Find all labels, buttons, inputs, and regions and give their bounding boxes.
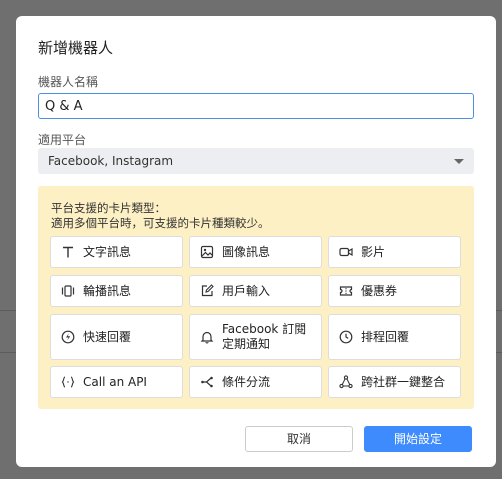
video-icon xyxy=(339,245,353,259)
supported-cards-panel: 平台支援的卡片類型： 適用多個平台時，可支援的卡片種類較少。 文字訊息 圖像訊息… xyxy=(38,186,474,409)
bot-name-input[interactable] xyxy=(38,93,474,119)
card-label: 圖像訊息 xyxy=(222,244,271,259)
card-video[interactable]: 影片 xyxy=(328,236,461,268)
network-icon xyxy=(339,375,353,389)
platform-select-value: Facebook, Instagram xyxy=(48,154,174,168)
card-label: 用戶輸入 xyxy=(222,283,271,298)
card-label: 條件分流 xyxy=(222,374,271,389)
card-carousel-message[interactable]: 輪播訊息 xyxy=(50,275,183,307)
card-call-api[interactable]: Call an API xyxy=(50,366,183,398)
branch-icon xyxy=(200,375,214,389)
chevron-down-icon xyxy=(454,159,464,164)
card-label: 影片 xyxy=(361,244,386,259)
card-label: Call an API xyxy=(83,374,147,389)
card-label: 排程回覆 xyxy=(361,329,410,344)
card-conditional-branch[interactable]: 條件分流 xyxy=(189,366,322,398)
bot-name-label: 機器人名稱 xyxy=(38,75,99,89)
card-user-input[interactable]: 用戶輸入 xyxy=(189,275,322,307)
dialog-title: 新增機器人 xyxy=(38,39,114,57)
bell-icon xyxy=(200,330,214,344)
image-icon xyxy=(200,245,214,259)
card-facebook-subscription[interactable]: Facebook 訂閱 定期通知 xyxy=(189,314,322,360)
card-label: 文字訊息 xyxy=(83,244,132,259)
info-heading: 平台支援的卡片類型： xyxy=(51,201,166,215)
card-cross-platform-integration[interactable]: 跨社群一鍵整合 xyxy=(328,366,461,398)
card-coupon[interactable]: 優惠券 xyxy=(328,275,461,307)
text-icon xyxy=(61,245,75,259)
platform-label: 適用平台 xyxy=(38,133,87,147)
carousel-icon xyxy=(61,284,75,298)
card-image-message[interactable]: 圖像訊息 xyxy=(189,236,322,268)
lightning-icon xyxy=(61,330,75,344)
clock-icon xyxy=(339,330,353,344)
platform-select[interactable]: Facebook, Instagram xyxy=(38,148,474,174)
start-setup-button[interactable]: 開始設定 xyxy=(364,426,472,452)
new-bot-dialog: 新增機器人 機器人名稱 適用平台 Facebook, Instagram 平台支… xyxy=(16,16,496,467)
card-label: 快速回覆 xyxy=(83,329,132,344)
card-label: 跨社群一鍵整合 xyxy=(361,374,446,389)
coupon-icon xyxy=(339,284,353,298)
code-braces-icon xyxy=(61,375,75,389)
card-scheduled-reply[interactable]: 排程回覆 xyxy=(328,314,461,360)
card-text-message[interactable]: 文字訊息 xyxy=(50,236,183,268)
edit-icon xyxy=(200,284,214,298)
cancel-button[interactable]: 取消 xyxy=(245,426,353,452)
card-label: 輪播訊息 xyxy=(83,283,132,298)
info-note: 適用多個平台時，可支援的卡片種類較少。 xyxy=(51,216,270,230)
card-label: 優惠券 xyxy=(361,283,398,298)
card-quick-reply[interactable]: 快速回覆 xyxy=(50,314,183,360)
card-label: Facebook 訂閱 定期通知 xyxy=(222,322,307,351)
